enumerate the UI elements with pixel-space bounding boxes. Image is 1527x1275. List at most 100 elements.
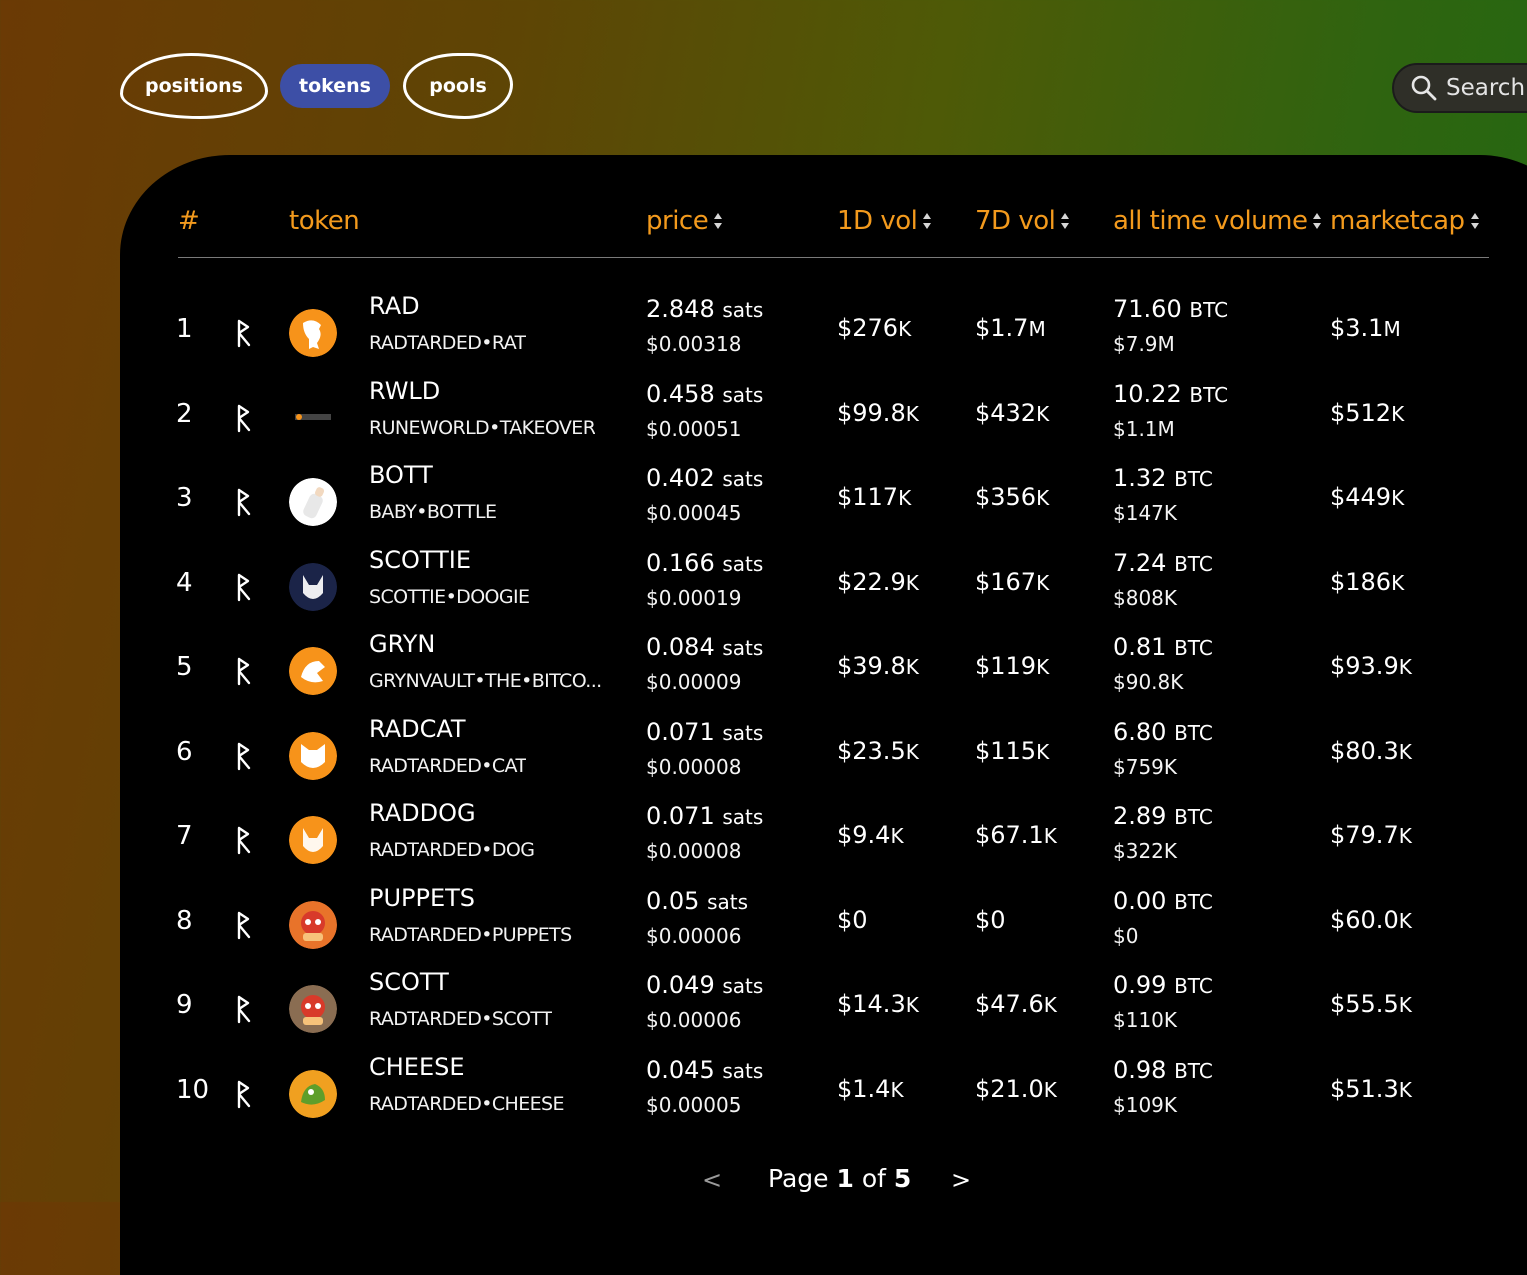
dog-icon (289, 816, 337, 864)
marketcap-value: $60.0K (1330, 905, 1412, 934)
header-divider (178, 257, 1489, 258)
token-name[interactable]: RAD (369, 292, 420, 320)
price-sats: 0.05 sats (646, 886, 749, 915)
all-time-volume-usd: $0 (1113, 923, 1139, 948)
price-sats: 0.071 sats (646, 802, 764, 830)
row-rank: 8 (176, 905, 193, 936)
all-time-volume-btc: 2.89 BTC (1113, 802, 1213, 830)
tab-tokens[interactable]: tokens (280, 64, 390, 108)
row-rank: 4 (176, 567, 193, 598)
search-icon (1411, 75, 1437, 101)
all-time-volume-usd: $109K (1113, 1092, 1178, 1117)
page-word: Page (768, 1164, 829, 1193)
table-row[interactable]: 1 RAD RADTARDED•RAT 2.848 sats $0.00318 … (0, 292, 1527, 376)
table-row[interactable]: 10 CHEESE RADTARDED•CHEESE 0.045 sats $0… (0, 1053, 1527, 1137)
all-time-volume-usd: $90.8K (1113, 670, 1184, 694)
table-row[interactable]: 6 RADCAT RADTARDED•CAT 0.071 sats $0.000… (0, 715, 1527, 799)
header-1d-vol-label: 1D vol (837, 206, 918, 236)
token-name[interactable]: RADCAT (369, 715, 466, 743)
rune-icon (237, 1080, 251, 1108)
token-name[interactable]: RWLD (369, 377, 440, 405)
volume-1d: $99.8K (837, 398, 919, 427)
all-time-volume-btc: 0.98 BTC (1113, 1055, 1213, 1084)
all-time-volume-usd: $322K (1113, 839, 1178, 863)
token-name[interactable]: BOTT (369, 461, 433, 489)
price-usd: $0.00006 (646, 1008, 742, 1032)
header-7d-vol-label: 7D vol (975, 206, 1056, 236)
price-usd: $0.00008 (646, 754, 742, 779)
header-7d-vol[interactable]: 7D vol (975, 206, 1070, 236)
volume-7d: $1.7M (975, 314, 1046, 342)
header-marketcap[interactable]: marketcap (1330, 206, 1480, 236)
runeworld-icon (289, 393, 337, 442)
row-rank: 10 (176, 1074, 210, 1105)
tab-pools[interactable]: pools (403, 53, 513, 119)
row-rank: 2 (176, 398, 193, 429)
token-name[interactable]: PUPPETS (369, 884, 475, 912)
row-rank: 1 (176, 314, 193, 344)
volume-1d: $14.3K (837, 990, 919, 1018)
header-price[interactable]: price (646, 206, 723, 236)
all-time-volume-usd: $759K (1113, 754, 1178, 779)
marketcap-value: $55.5K (1330, 990, 1412, 1018)
token-name[interactable]: RADDOG (369, 799, 476, 827)
gryn-icon (289, 647, 337, 695)
rune-icon (237, 826, 251, 855)
all-time-volume-btc: 71.60 BTC (1113, 295, 1229, 323)
prev-page-button[interactable]: < (702, 1166, 722, 1194)
search-input[interactable] (1446, 75, 1527, 101)
token-full-name: RUNEWORLD•TAKEOVER (369, 416, 596, 439)
table-row[interactable]: 9 SCOTT RADTARDED•SCOTT 0.049 sats $0.00… (0, 968, 1527, 1052)
table-row[interactable]: 4 SCOTTIE SCOTTIE•DOOGIE 0.166 sats $0.0… (0, 546, 1527, 630)
header-all-time-volume[interactable]: all time volume (1113, 206, 1322, 236)
sort-icon[interactable] (713, 210, 723, 232)
volume-7d: $356K (975, 483, 1050, 511)
marketcap-value: $186K (1330, 567, 1405, 596)
volume-1d: $276K (837, 314, 912, 342)
all-time-volume-btc: 1.32 BTC (1113, 464, 1213, 492)
all-time-volume-btc: 0.00 BTC (1113, 886, 1213, 915)
search-box[interactable] (1392, 63, 1527, 113)
volume-1d: $39.8K (837, 652, 919, 680)
price-usd: $0.00005 (646, 1092, 742, 1117)
table-row[interactable]: 5 GRYN GRYNVAULT•THE•BITCO... 0.084 sats… (0, 630, 1527, 714)
view-tabs: positions tokens pools (120, 52, 513, 120)
rune-icon (237, 995, 251, 1024)
header-price-label: price (646, 206, 709, 236)
all-time-volume-btc: 7.24 BTC (1113, 548, 1213, 577)
token-name[interactable]: GRYN (369, 630, 435, 658)
puppet-icon (289, 985, 337, 1033)
sort-icon[interactable] (1470, 210, 1480, 232)
current-page: 1 (836, 1164, 854, 1193)
header-1d-vol[interactable]: 1D vol (837, 206, 932, 236)
sort-icon[interactable] (922, 210, 932, 232)
rune-icon (237, 319, 251, 348)
volume-7d: $432K (975, 398, 1050, 427)
row-rank: 7 (176, 821, 193, 851)
price-sats: 0.071 sats (646, 717, 764, 746)
marketcap-value: $80.3K (1330, 736, 1412, 765)
token-name[interactable]: SCOTTIE (369, 546, 471, 574)
sort-icon[interactable] (1312, 210, 1322, 232)
cheese-icon (289, 1069, 337, 1118)
table-row[interactable]: 2 RWLD RUNEWORLD•TAKEOVER 0.458 sats $0.… (0, 377, 1527, 461)
price-usd: $0.00009 (646, 670, 742, 694)
volume-1d: $117K (837, 483, 912, 511)
all-time-volume-btc: 6.80 BTC (1113, 717, 1213, 746)
all-time-volume-usd: $147K (1113, 501, 1178, 525)
table-row[interactable]: 7 RADDOG RADTARDED•DOG 0.071 sats $0.000… (0, 799, 1527, 883)
sort-icon[interactable] (1060, 210, 1070, 232)
volume-1d: $0 (837, 905, 868, 934)
next-page-button[interactable]: > (951, 1166, 971, 1194)
marketcap-value: $449K (1330, 483, 1405, 511)
token-name[interactable]: CHEESE (369, 1053, 465, 1081)
table-row[interactable]: 3 BOTT BABY•BOTTLE 0.402 sats $0.00045 $… (0, 461, 1527, 545)
rune-icon (237, 911, 251, 939)
table-row[interactable]: 8 PUPPETS RADTARDED•PUPPETS 0.05 sats $0… (0, 884, 1527, 968)
header-token: token (289, 206, 360, 236)
token-name[interactable]: SCOTT (369, 968, 449, 996)
price-sats: 2.848 sats (646, 295, 764, 323)
cat-icon (289, 731, 337, 780)
rune-icon (237, 742, 251, 770)
tab-positions[interactable]: positions (120, 53, 268, 119)
